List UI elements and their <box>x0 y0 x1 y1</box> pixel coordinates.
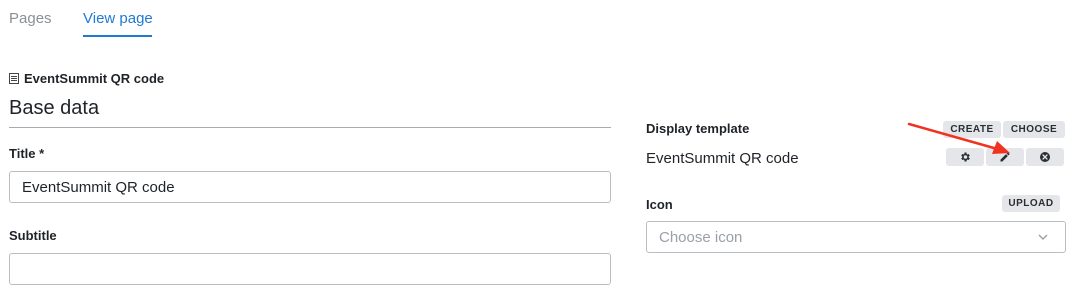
chevron-down-icon <box>1038 234 1048 240</box>
create-template-button[interactable]: CREATE <box>943 121 1001 138</box>
remove-template-button[interactable] <box>1026 148 1064 166</box>
subtitle-label: Subtitle <box>9 228 57 243</box>
title-input[interactable] <box>9 171 611 203</box>
tab-view-page[interactable]: View page <box>83 10 153 27</box>
template-settings-button[interactable] <box>946 148 984 166</box>
upload-icon-button[interactable]: UPLOAD <box>1002 195 1060 212</box>
subtitle-input[interactable] <box>9 253 611 285</box>
choose-template-button[interactable]: CHOOSE <box>1003 121 1065 138</box>
display-template-value: EventSummit QR code <box>646 150 799 167</box>
close-circle-icon <box>1040 152 1050 162</box>
title-label: Title * <box>9 146 45 161</box>
active-tab-indicator <box>83 35 152 37</box>
page-icon <box>9 73 19 84</box>
page-name: EventSummit QR code <box>24 71 165 86</box>
gear-icon <box>961 152 970 162</box>
icon-select-placeholder: Choose icon <box>659 229 743 246</box>
icon-label: Icon <box>646 197 673 212</box>
tab-pages[interactable]: Pages <box>9 10 52 27</box>
icon-select[interactable]: Choose icon <box>646 221 1066 253</box>
page-heading: EventSummit QR code <box>9 71 164 86</box>
tab-bar: Pages View page <box>0 0 1078 38</box>
display-template-label: Display template <box>646 121 750 136</box>
edit-template-button[interactable] <box>986 148 1024 166</box>
pencil-icon <box>1000 152 1010 162</box>
section-divider <box>9 127 611 128</box>
section-title: Base data <box>9 97 100 119</box>
